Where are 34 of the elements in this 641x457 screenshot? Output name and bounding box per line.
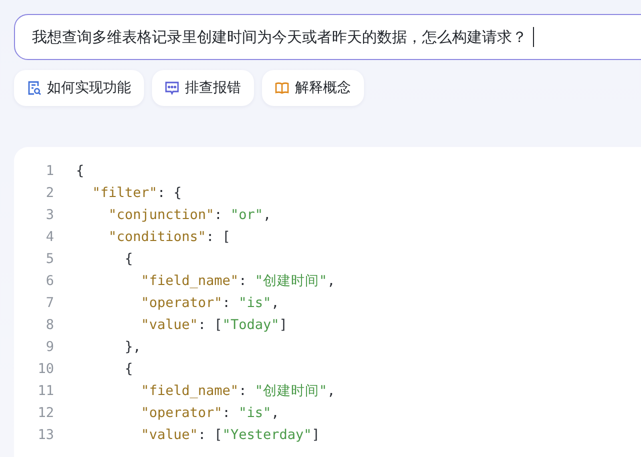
code-line: "conditions": [ — [108, 229, 230, 245]
open-book-icon — [274, 80, 290, 96]
code-line: "operator": "is", — [141, 295, 280, 311]
code-line: }, — [124, 339, 142, 355]
code-line: "value": ["Yesterday"] — [141, 427, 320, 443]
line-number: 13 — [36, 427, 54, 443]
line-number: 2 — [44, 185, 54, 201]
chat-bubble-icon — [164, 80, 180, 96]
code-line: "field_name": "创建时间", — [141, 382, 336, 400]
code-line: "value": ["Today"] — [141, 317, 288, 333]
line-number: 10 — [36, 361, 54, 377]
code-line: "conjunction": "or", — [108, 207, 272, 223]
text-cursor — [533, 27, 534, 47]
suggestion-chip[interactable]: 解释概念 — [262, 70, 364, 106]
line-number: 9 — [44, 339, 54, 355]
suggestion-chip[interactable]: 如何实现功能 — [14, 70, 144, 106]
line-number: 6 — [44, 273, 54, 289]
code-line: { — [124, 361, 133, 377]
code-line: { — [76, 163, 84, 179]
line-number: 1 — [44, 163, 54, 179]
line-number: 11 — [36, 383, 54, 399]
suggestion-chip[interactable]: 排查报错 — [152, 70, 254, 106]
line-number: 4 — [44, 229, 54, 245]
code-line: { — [124, 251, 133, 267]
document-search-icon — [26, 80, 42, 96]
line-number: 3 — [44, 207, 54, 223]
line-number: 12 — [36, 405, 54, 421]
line-number: 8 — [44, 317, 54, 333]
code-line: "field_name": "创建时间", — [141, 272, 336, 290]
code-line: "operator": "is", — [141, 405, 280, 421]
line-number: 7 — [44, 295, 54, 311]
code-line: "filter": { — [92, 185, 182, 201]
line-number: 5 — [44, 251, 54, 267]
question-input-field[interactable]: 我想查询多维表格记录里创建时间为今天或者昨天的数据，怎么构建请求？ — [14, 14, 641, 60]
